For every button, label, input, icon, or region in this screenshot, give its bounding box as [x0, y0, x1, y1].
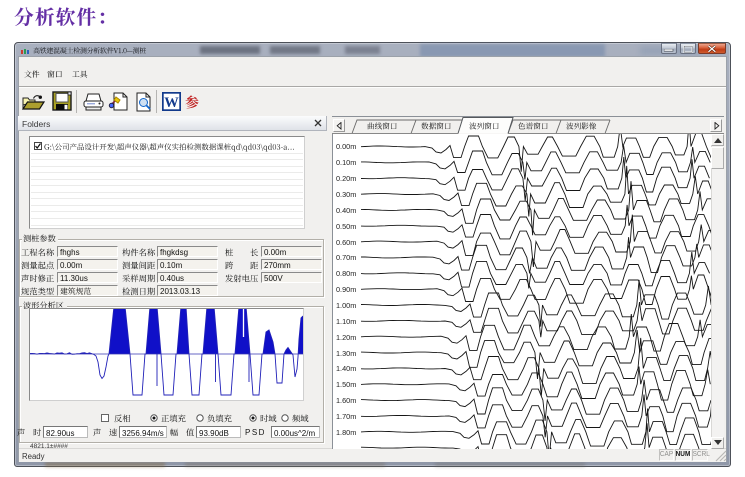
svg-text:W: W [164, 95, 179, 111]
